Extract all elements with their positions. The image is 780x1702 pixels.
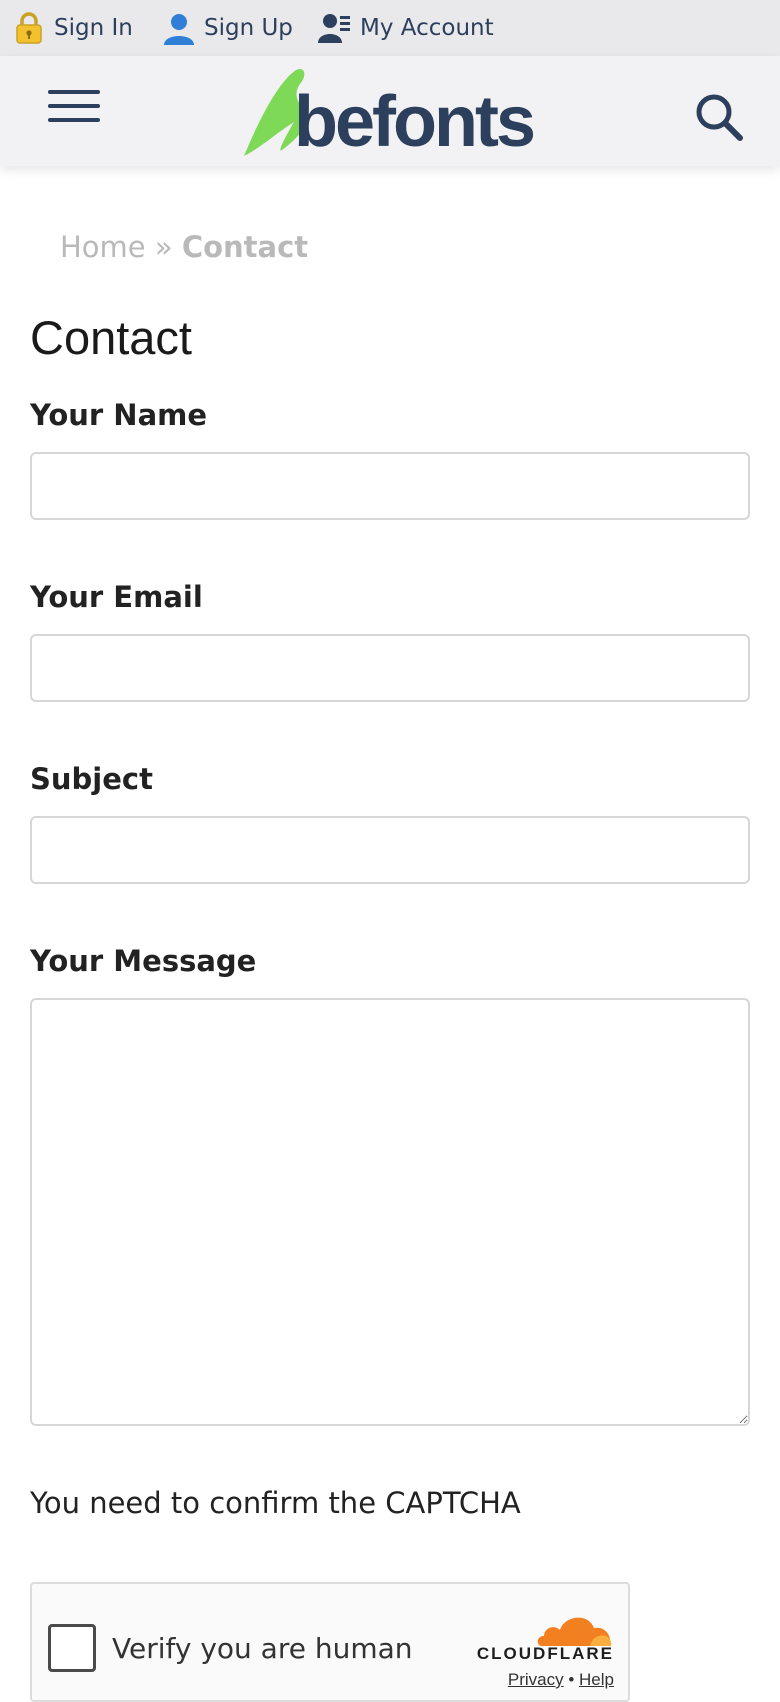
- captcha-widget: Verify you are human CLOUDFLARE Privacy …: [30, 1582, 630, 1702]
- links-separator: •: [568, 1670, 575, 1689]
- subject-label: Subject: [30, 762, 153, 796]
- hamburger-icon-line: [48, 118, 100, 122]
- cloudflare-name: CLOUDFLARE: [476, 1644, 614, 1663]
- menu-button[interactable]: [48, 90, 100, 130]
- cloudflare-cloud-icon: [537, 1617, 612, 1646]
- logo-text: befonts: [294, 82, 534, 162]
- page-title: Contact: [30, 311, 192, 364]
- sign-in-label: Sign In: [54, 15, 133, 41]
- privacy-link[interactable]: Privacy: [508, 1670, 564, 1689]
- subject-field[interactable]: [30, 816, 750, 884]
- name-label: Your Name: [30, 398, 208, 432]
- my-account-link[interactable]: My Account: [318, 0, 494, 56]
- sign-up-label: Sign Up: [204, 15, 293, 41]
- site-header: befonts: [0, 56, 780, 166]
- account-icon: [318, 11, 352, 45]
- sign-up-link[interactable]: Sign Up: [162, 0, 293, 56]
- email-label: Your Email: [30, 580, 203, 614]
- hamburger-icon: [48, 90, 100, 94]
- email-field[interactable]: [30, 634, 750, 702]
- verify-checkbox[interactable]: [48, 1624, 96, 1672]
- cloudflare-links: Privacy • Help: [464, 1670, 614, 1690]
- my-account-label: My Account: [360, 15, 494, 41]
- captcha-note: You need to confirm the CAPTCHA: [30, 1486, 521, 1520]
- hamburger-icon-line: [48, 104, 100, 108]
- message-field[interactable]: [30, 998, 750, 1426]
- search-button[interactable]: [692, 90, 746, 144]
- help-link[interactable]: Help: [579, 1670, 614, 1689]
- breadcrumb-separator: »: [154, 230, 173, 264]
- sign-in-link[interactable]: Sign In: [12, 0, 133, 56]
- message-label: Your Message: [30, 944, 257, 978]
- breadcrumb-current: Contact: [181, 230, 309, 264]
- breadcrumb: Home » Contact: [60, 230, 308, 264]
- name-field[interactable]: [30, 452, 750, 520]
- search-icon: [696, 94, 743, 141]
- site-logo[interactable]: befonts: [238, 62, 548, 162]
- top-utility-bar: Sign In Sign Up My Account: [0, 0, 780, 56]
- breadcrumb-home[interactable]: Home: [60, 230, 146, 264]
- verify-label: Verify you are human: [112, 1632, 413, 1665]
- cloudflare-brand: CLOUDFLARE Privacy • Help: [464, 1608, 614, 1698]
- user-icon: [162, 11, 196, 45]
- lock-icon: [12, 11, 46, 45]
